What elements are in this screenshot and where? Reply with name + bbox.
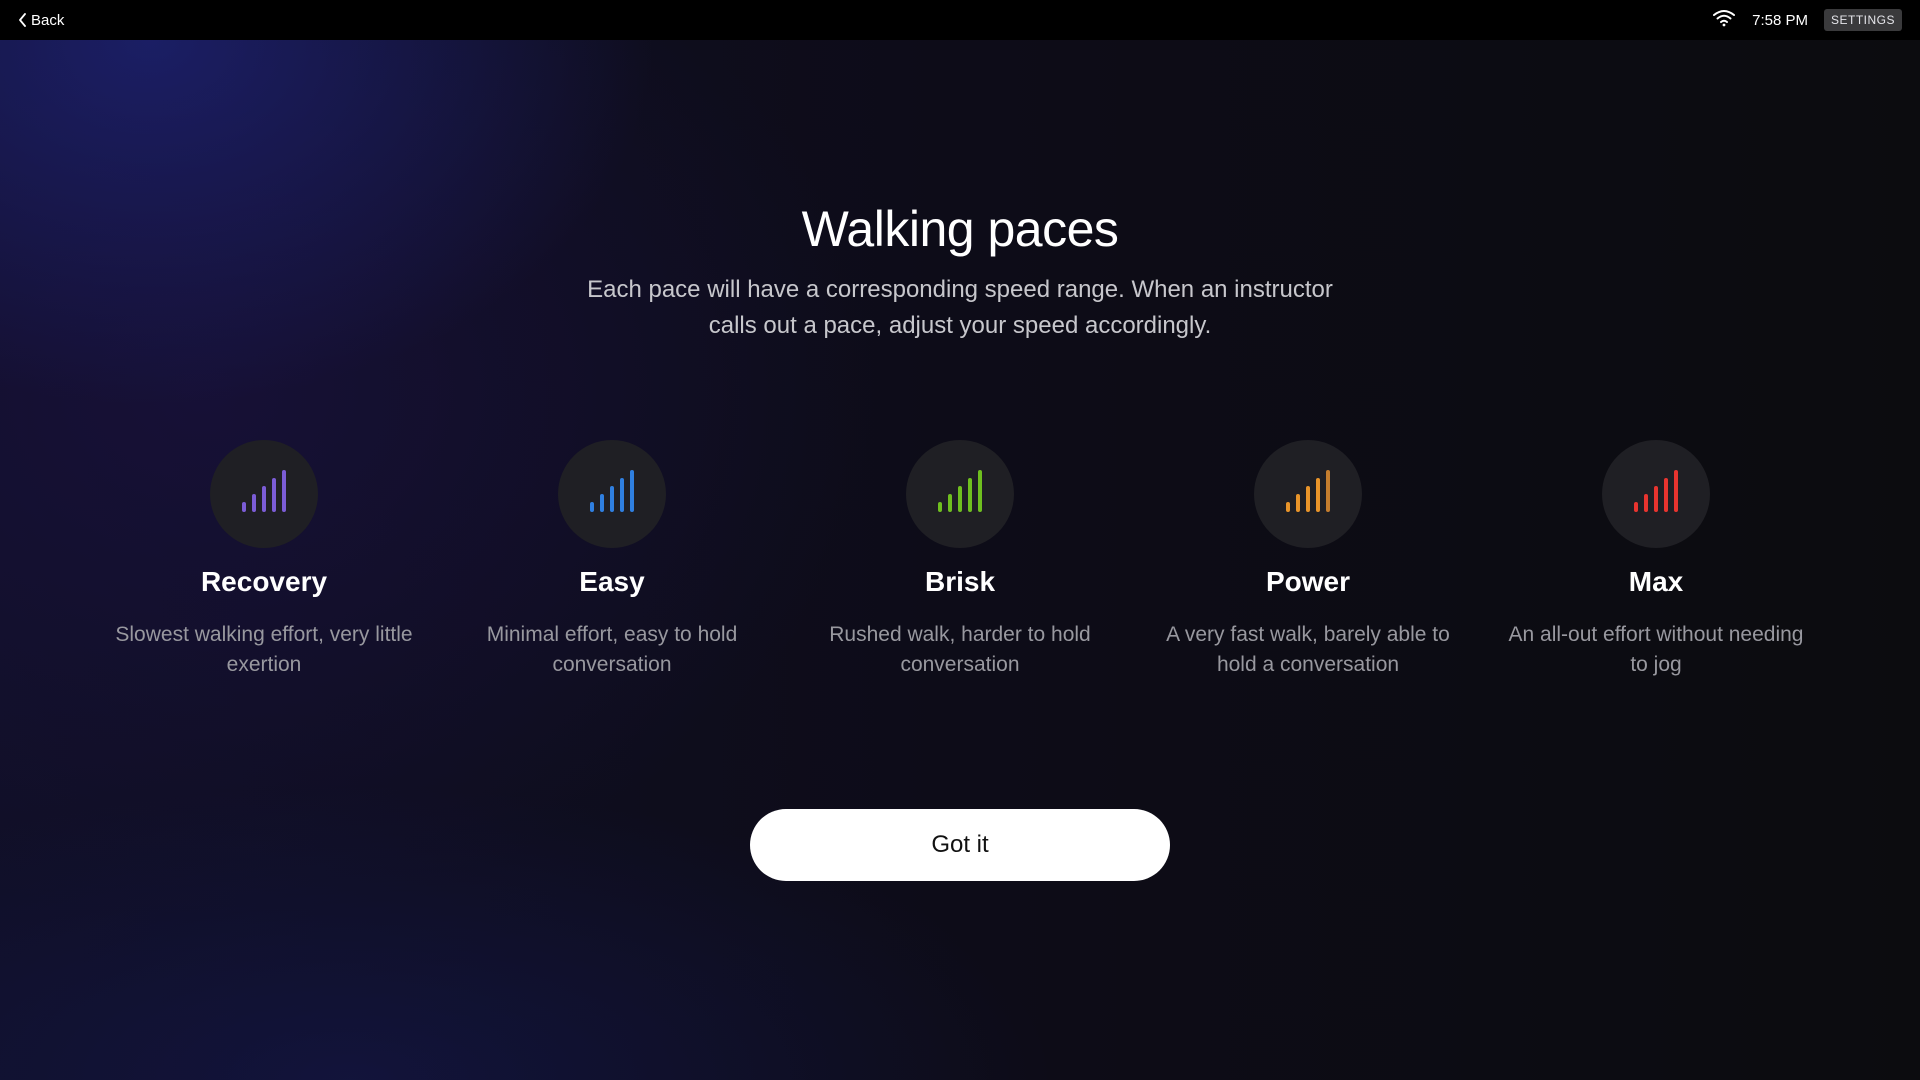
pace-name: Easy: [579, 566, 645, 597]
pace-item-power: Power A very fast walk, barely able to h…: [1158, 440, 1458, 680]
pace-icon-circle: [906, 440, 1014, 548]
pace-icon-circle: [1254, 440, 1362, 548]
signal-bars-icon: [1632, 469, 1680, 519]
pace-description: A very fast walk, barely able to hold a …: [1166, 623, 1450, 676]
pace-icon-circle: [1602, 440, 1710, 548]
signal-bars-icon: [1284, 469, 1332, 519]
status-area: 7:58 PM SETTINGS: [1712, 9, 1902, 31]
settings-button[interactable]: SETTINGS: [1823, 9, 1902, 31]
back-label: Back: [31, 11, 65, 29]
pace-description: An all-out effort without needing to jog: [1508, 623, 1804, 676]
pace-name: Brisk: [924, 566, 996, 597]
status-time: 7:58 PM: [1752, 11, 1808, 29]
pace-description: Minimal effort, easy to hold conversatio…: [486, 623, 738, 676]
pace-name: Power: [1265, 566, 1351, 597]
wifi-icon: [1712, 9, 1736, 31]
pace-description: Slowest walking effort, very little exer…: [115, 623, 413, 676]
pace-item-easy: Easy Minimal effort, easy to hold conver…: [462, 440, 762, 680]
pace-list: Recovery Slowest walking effort, very li…: [0, 440, 1920, 700]
page-title: Walking paces: [801, 201, 1119, 257]
back-button[interactable]: Back: [18, 12, 64, 29]
pace-icon-circle: [210, 440, 318, 548]
signal-bars-icon: [936, 469, 984, 519]
page-subtitle: Each pace will have a corresponding spee…: [587, 276, 1333, 339]
pace-name: Max: [1628, 566, 1684, 597]
signal-bars-icon: [240, 469, 288, 519]
pace-icon-circle: [558, 440, 666, 548]
main-content: Walking paces Each pace will have a corr…: [0, 40, 1920, 1080]
pace-item-recovery: Recovery Slowest walking effort, very li…: [114, 440, 414, 680]
top-bar: Back 7:58 PM SETTINGS: [0, 0, 1920, 40]
pace-item-brisk: Brisk Rushed walk, harder to hold conver…: [810, 440, 1110, 680]
pace-description: Rushed walk, harder to hold conversation: [829, 623, 1091, 676]
got-it-button[interactable]: Got it: [750, 809, 1170, 881]
pace-item-max: Max An all-out effort without needing to…: [1506, 440, 1806, 680]
pace-name: Recovery: [200, 566, 328, 597]
chevron-left-icon: [18, 13, 27, 27]
signal-bars-icon: [588, 469, 636, 519]
